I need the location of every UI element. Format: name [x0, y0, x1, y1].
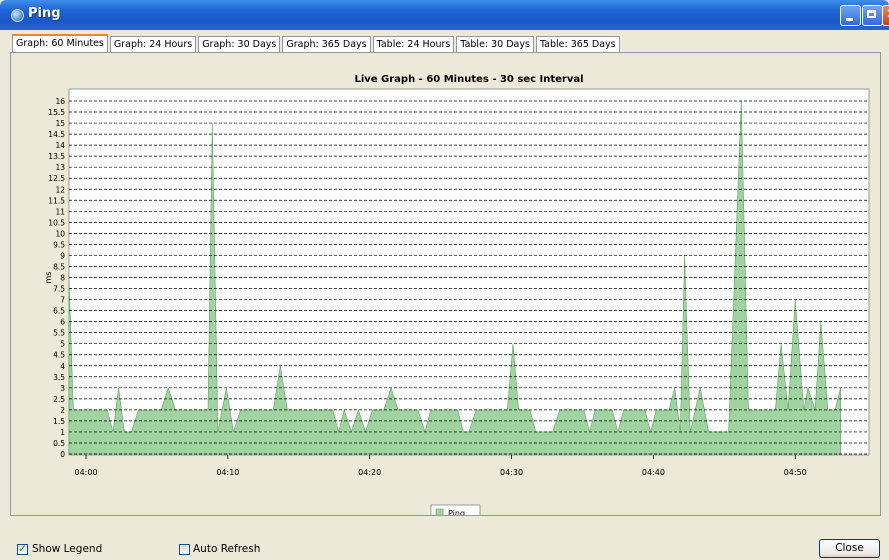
- y-tick-label: 2: [60, 406, 65, 415]
- tab-graph-24-hours[interactable]: Graph: 24 Hours: [109, 36, 197, 52]
- y-tick-label: 8.5: [53, 262, 65, 271]
- tab-table-365-days[interactable]: Table: 365 Days: [535, 36, 620, 52]
- legend-swatch-ping: [435, 508, 444, 515]
- close-button[interactable]: Close: [819, 539, 880, 558]
- y-tick-label: 15: [55, 119, 65, 128]
- y-tick-label: 0.5: [53, 439, 65, 448]
- graph-panel: Live Graph - 60 Minutes - 30 sec Interva…: [10, 52, 881, 516]
- tab-table-24-hours[interactable]: Table: 24 Hours: [372, 36, 455, 52]
- y-tick-label: 12.5: [48, 174, 65, 183]
- window-title: Ping: [28, 6, 61, 21]
- x-tick-label: 04:00: [74, 468, 97, 477]
- y-tick-label: 14: [55, 141, 65, 150]
- y-tick-label: 14.5: [48, 130, 65, 139]
- y-tick-label: 7.5: [53, 285, 65, 294]
- tab-graph-60-minutes[interactable]: Graph: 60 Minutes: [12, 34, 108, 53]
- x-tick-label: 04:10: [216, 468, 239, 477]
- y-tick-label: 4.5: [53, 351, 65, 360]
- x-tick-label: 04:50: [784, 468, 807, 477]
- chart-title: Live Graph - 60 Minutes - 30 sec Interva…: [354, 74, 583, 85]
- y-tick-label: 1: [60, 428, 65, 437]
- y-tick-label: 10.5: [48, 218, 65, 227]
- y-tick-label: 3.5: [53, 373, 65, 382]
- y-tick-label: 13: [55, 163, 65, 172]
- tab-strip: Graph: 60 Minutes Graph: 24 Hours Graph:…: [12, 34, 622, 53]
- show-legend-checkbox[interactable]: [17, 542, 28, 555]
- tab-graph-30-days[interactable]: Graph: 30 Days: [198, 36, 281, 52]
- y-axis-label: ms: [44, 272, 53, 284]
- y-tick-label: 4: [60, 362, 65, 371]
- y-tick-label: 0: [60, 450, 65, 459]
- y-tick-label: 2.5: [53, 395, 65, 404]
- x-tick-label: 04:20: [358, 468, 381, 477]
- y-tick-label: 15.5: [48, 108, 65, 117]
- y-tick-label: 8: [60, 274, 65, 283]
- x-tick-label: 04:40: [642, 468, 665, 477]
- y-tick-label: 5: [60, 340, 65, 349]
- y-tick-label: 7: [60, 296, 65, 305]
- bottom-bar: [0, 527, 889, 560]
- y-tick-label: 11.5: [48, 196, 65, 205]
- ping-app-icon: [11, 9, 24, 22]
- title-bar[interactable]: Ping: [0, 0, 889, 30]
- tab-table-30-days[interactable]: Table: 30 Days: [456, 36, 534, 52]
- y-tick-label: 6: [60, 318, 65, 327]
- minimize-button[interactable]: [840, 5, 861, 26]
- ping-chart: Live Graph - 60 Minutes - 30 sec Interva…: [44, 74, 870, 515]
- y-tick-label: 5.5: [53, 329, 65, 338]
- tab-graph-365-days[interactable]: Graph: 365 Days: [282, 36, 371, 52]
- show-legend-label: Show Legend: [32, 543, 103, 555]
- maximize-button[interactable]: [862, 5, 883, 26]
- y-tick-label: 9: [60, 251, 65, 260]
- y-tick-label: 13.5: [48, 152, 65, 161]
- y-tick-label: 11: [55, 207, 65, 216]
- y-tick-label: 10: [55, 229, 65, 238]
- legend-label-ping: Ping: [448, 509, 465, 515]
- auto-refresh-checkbox[interactable]: [179, 544, 190, 555]
- y-tick-label: 9.5: [53, 240, 65, 249]
- close-window-button[interactable]: [882, 5, 889, 26]
- x-tick-label: 04:30: [500, 468, 523, 477]
- y-tick-label: 3: [60, 384, 65, 393]
- y-tick-label: 6.5: [53, 307, 65, 316]
- auto-refresh-label: Auto Refresh: [193, 543, 261, 555]
- y-tick-label: 1.5: [53, 417, 65, 426]
- y-tick-label: 12: [55, 185, 65, 194]
- plot-area: [68, 88, 870, 456]
- y-tick-label: 16: [55, 97, 65, 106]
